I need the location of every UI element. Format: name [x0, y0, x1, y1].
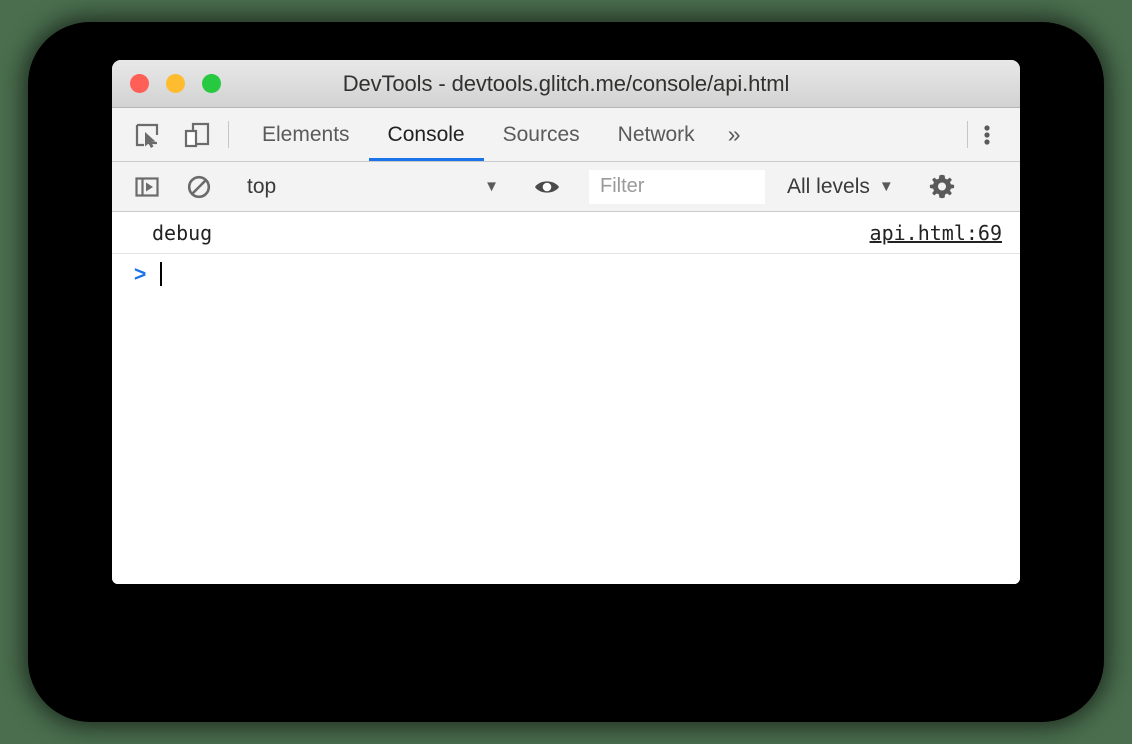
tab-network-label: Network: [617, 122, 695, 146]
chevron-down-icon-levels: ▼: [878, 178, 894, 195]
tab-elements[interactable]: Elements: [243, 108, 369, 161]
more-tabs-label: »: [727, 121, 741, 147]
console-toolbar: top ▼ Filter All levels ▼: [112, 162, 1020, 212]
eye-icon[interactable]: [528, 168, 566, 206]
tab-bar-left-icons: [112, 108, 228, 161]
maximize-button[interactable]: [202, 74, 221, 93]
filter-input[interactable]: Filter: [589, 169, 765, 204]
console-message-row[interactable]: debug api.html:69: [112, 212, 1020, 254]
tab-console[interactable]: Console: [368, 108, 484, 161]
devtools-tab-bar: Elements Console Sources Network »: [112, 108, 1020, 162]
console-settings-group: [907, 168, 973, 206]
tab-elements-label: Elements: [262, 122, 350, 146]
more-vertical-icon[interactable]: [968, 116, 1006, 154]
gear-icon[interactable]: [923, 168, 961, 206]
prompt-arrow-icon: >: [134, 262, 147, 286]
clear-console-icon[interactable]: [180, 168, 218, 206]
live-expression-group: [512, 168, 578, 206]
tab-sources[interactable]: Sources: [484, 108, 599, 161]
execution-context-value: top: [247, 174, 277, 198]
console-sidebar-icon[interactable]: [128, 168, 166, 206]
tab-bar-right-icons: [968, 108, 1020, 161]
console-toolbar-left-icons: [112, 168, 230, 206]
inspect-element-icon[interactable]: [128, 116, 166, 154]
tab-network[interactable]: Network: [599, 108, 714, 161]
title-bar: DevTools - devtools.glitch.me/console/ap…: [112, 60, 1020, 108]
text-cursor: [160, 262, 163, 286]
window-title: DevTools - devtools.glitch.me/console/ap…: [342, 70, 790, 96]
console-message-source-link[interactable]: api.html:69: [870, 221, 1002, 245]
log-level-value: All levels: [787, 174, 870, 198]
chevron-down-icon: ▼: [484, 178, 499, 195]
log-level-selector[interactable]: All levels ▼: [775, 175, 906, 199]
more-tabs-icon[interactable]: »: [714, 108, 755, 161]
tab-sources-label: Sources: [502, 122, 580, 146]
console-prompt-row[interactable]: >: [112, 254, 1020, 294]
console-message-area[interactable]: debug api.html:69 >: [112, 212, 1020, 584]
close-button[interactable]: [130, 74, 149, 93]
tab-console-label: Console: [387, 122, 465, 146]
panel-tabs: Elements Console Sources Network »: [229, 108, 967, 161]
devtools-window: DevTools - devtools.glitch.me/console/ap…: [112, 60, 1020, 584]
device-toolbar-icon[interactable]: [178, 116, 216, 154]
console-message-text: debug: [152, 220, 213, 245]
execution-context-selector[interactable]: top ▼: [231, 162, 511, 211]
minimize-button[interactable]: [166, 74, 185, 93]
traffic-lights: [130, 74, 221, 93]
filter-placeholder: Filter: [600, 175, 645, 197]
